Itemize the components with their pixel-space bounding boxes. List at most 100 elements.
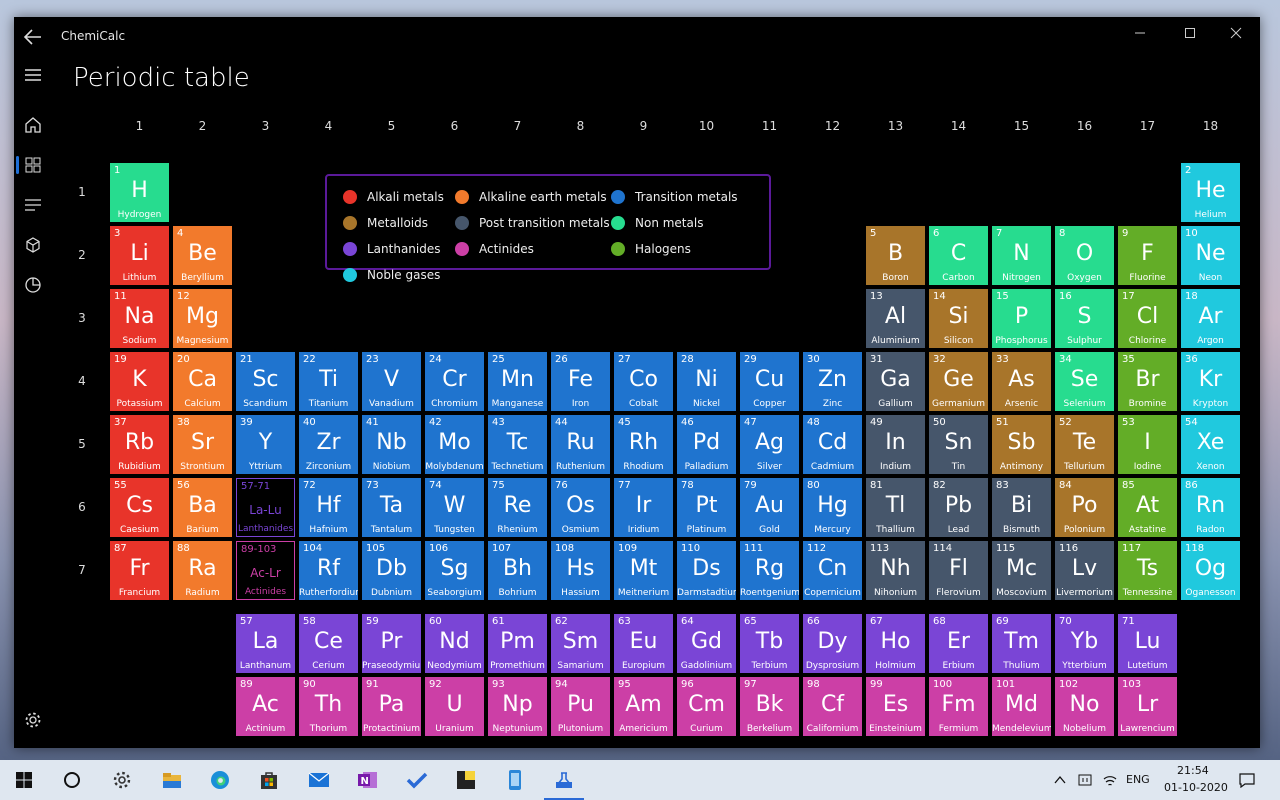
taskbar-file-explorer[interactable] [148,760,196,800]
element-cell-lr[interactable]: 103 Lr Lawrencium [1118,677,1177,736]
back-button[interactable] [22,26,44,48]
element-cell-al[interactable]: 13 Al Aluminium [866,289,925,348]
taskbar-mail[interactable] [295,760,343,800]
element-cell-ho[interactable]: 67 Ho Holmium [866,614,925,673]
element-cell-ar[interactable]: 18 Ar Argon [1181,289,1240,348]
element-cell-es[interactable]: 99 Es Einsteinium [866,677,925,736]
element-cell-ne[interactable]: 10 Ne Neon [1181,226,1240,285]
element-cell-s[interactable]: 16 S Sulphur [1055,289,1114,348]
element-cell-hs[interactable]: 108 Hs Hassium [551,541,610,600]
element-cell-li[interactable]: 3 Li Lithium [110,226,169,285]
element-cell-n[interactable]: 7 N Nitrogen [992,226,1051,285]
nav-list[interactable] [14,185,52,225]
nav-home[interactable] [14,105,52,145]
element-cell-hf[interactable]: 72 Hf Hafnium [299,478,358,537]
element-cell-at[interactable]: 85 At Astatine [1118,478,1177,537]
chevron-up-icon[interactable] [1054,775,1066,785]
taskbar-store[interactable] [245,760,293,800]
element-cell-np[interactable]: 93 Np Neptunium [488,677,547,736]
element-cell-ce[interactable]: 58 Ce Cerium [299,614,358,673]
element-cell-po[interactable]: 84 Po Polonium [1055,478,1114,537]
taskbar-edge[interactable] [196,760,244,800]
start-button[interactable] [0,760,48,800]
element-cell-rf[interactable]: 104 Rf Rutherfordium [299,541,358,600]
element-cell-pm[interactable]: 61 Pm Promethium [488,614,547,673]
element-cell-u[interactable]: 92 U Uranium [425,677,484,736]
element-cell-rg[interactable]: 111 Rg Roentgenium [740,541,799,600]
element-cell-mc[interactable]: 115 Mc Moscovium [992,541,1051,600]
element-cell-i[interactable]: 53 I Iodine [1118,415,1177,474]
element-cell-lv[interactable]: 116 Lv Livermorium [1055,541,1114,600]
element-cell-bk[interactable]: 97 Bk Berkelium [740,677,799,736]
element-cell-th[interactable]: 90 Th Thorium [299,677,358,736]
element-cell-tb[interactable]: 65 Tb Terbium [740,614,799,673]
element-cell-db[interactable]: 105 Db Dubnium [362,541,421,600]
element-cell-mo[interactable]: 42 Mo Molybdenum [425,415,484,474]
notifications-icon[interactable] [1239,772,1255,788]
element-cell-co[interactable]: 27 Co Cobalt [614,352,673,411]
element-cell-bh[interactable]: 107 Bh Bohrium [488,541,547,600]
element-cell-ac-lr[interactable]: 89-103 Ac-Lr Actinides [236,541,295,600]
element-cell-c[interactable]: 6 C Carbon [929,226,988,285]
element-cell-in[interactable]: 49 In Indium [866,415,925,474]
element-cell-ge[interactable]: 32 Ge Germanium [929,352,988,411]
language-indicator[interactable]: ENG [1126,773,1150,786]
element-cell-nh[interactable]: 113 Nh Nihonium [866,541,925,600]
element-cell-cs[interactable]: 55 Cs Caesium [110,478,169,537]
element-cell-pb[interactable]: 82 Pb Lead [929,478,988,537]
element-cell-pa[interactable]: 91 Pa Protactinium [362,677,421,736]
element-cell-cf[interactable]: 98 Cf Californium [803,677,862,736]
close-button[interactable] [1213,17,1259,49]
element-cell-md[interactable]: 101 Md Mendelevium [992,677,1051,736]
element-cell-dy[interactable]: 66 Dy Dysprosium [803,614,862,673]
element-cell-bi[interactable]: 83 Bi Bismuth [992,478,1051,537]
element-cell-cu[interactable]: 29 Cu Copper [740,352,799,411]
element-cell-cl[interactable]: 17 Cl Chlorine [1118,289,1177,348]
element-cell-zr[interactable]: 40 Zr Zirconium [299,415,358,474]
nav-periodic-table[interactable] [14,145,52,185]
element-cell-am[interactable]: 95 Am Americium [614,677,673,736]
element-cell-na[interactable]: 11 Na Sodium [110,289,169,348]
element-cell-kr[interactable]: 36 Kr Krypton [1181,352,1240,411]
element-cell-ts[interactable]: 117 Ts Tennessine [1118,541,1177,600]
element-cell-pu[interactable]: 94 Pu Plutonium [551,677,610,736]
minimize-button[interactable] [1117,17,1163,49]
element-cell-fm[interactable]: 100 Fm Fermium [929,677,988,736]
element-cell-ti[interactable]: 22 Ti Titanium [299,352,358,411]
maximize-button[interactable] [1167,17,1213,49]
element-cell-os[interactable]: 76 Os Osmium [551,478,610,537]
taskbar-todo[interactable] [393,760,441,800]
nav-chart[interactable] [14,265,52,305]
element-cell-la[interactable]: 57 La Lanthanum [236,614,295,673]
element-cell-he[interactable]: 2 He Helium [1181,163,1240,222]
element-cell-f[interactable]: 9 F Fluorine [1118,226,1177,285]
element-cell-w[interactable]: 74 W Tungsten [425,478,484,537]
element-cell-sc[interactable]: 21 Sc Scandium [236,352,295,411]
element-cell-cm[interactable]: 96 Cm Curium [677,677,736,736]
element-cell-pd[interactable]: 46 Pd Palladium [677,415,736,474]
element-cell-pt[interactable]: 78 Pt Platinum [677,478,736,537]
element-cell-y[interactable]: 39 Y Yttrium [236,415,295,474]
element-cell-cn[interactable]: 112 Cn Copernicium [803,541,862,600]
element-cell-fr[interactable]: 87 Fr Francium [110,541,169,600]
element-cell-rn[interactable]: 86 Rn Radon [1181,478,1240,537]
element-cell-fl[interactable]: 114 Fl Flerovium [929,541,988,600]
element-cell-ra[interactable]: 88 Ra Radium [173,541,232,600]
element-cell-mg[interactable]: 12 Mg Magnesium [173,289,232,348]
taskbar-settings[interactable] [98,760,146,800]
element-cell-au[interactable]: 79 Au Gold [740,478,799,537]
element-cell-re[interactable]: 75 Re Rhenium [488,478,547,537]
clock-time[interactable]: 21:54 [1177,764,1209,777]
element-cell-tm[interactable]: 69 Tm Thulium [992,614,1051,673]
nav-3d[interactable] [14,225,52,265]
element-cell-ds[interactable]: 110 Ds Darmstadtium [677,541,736,600]
element-cell-br[interactable]: 35 Br Bromine [1118,352,1177,411]
element-cell-rh[interactable]: 45 Rh Rhodium [614,415,673,474]
element-cell-ta[interactable]: 73 Ta Tantalum [362,478,421,537]
element-cell-tl[interactable]: 81 Tl Thallium [866,478,925,537]
battery-plug-icon[interactable] [1077,772,1093,788]
clock-date[interactable]: 01-10-2020 [1164,781,1228,794]
element-cell-og[interactable]: 118 Og Oganesson [1181,541,1240,600]
cortana-button[interactable] [48,760,96,800]
element-cell-se[interactable]: 34 Se Selenium [1055,352,1114,411]
